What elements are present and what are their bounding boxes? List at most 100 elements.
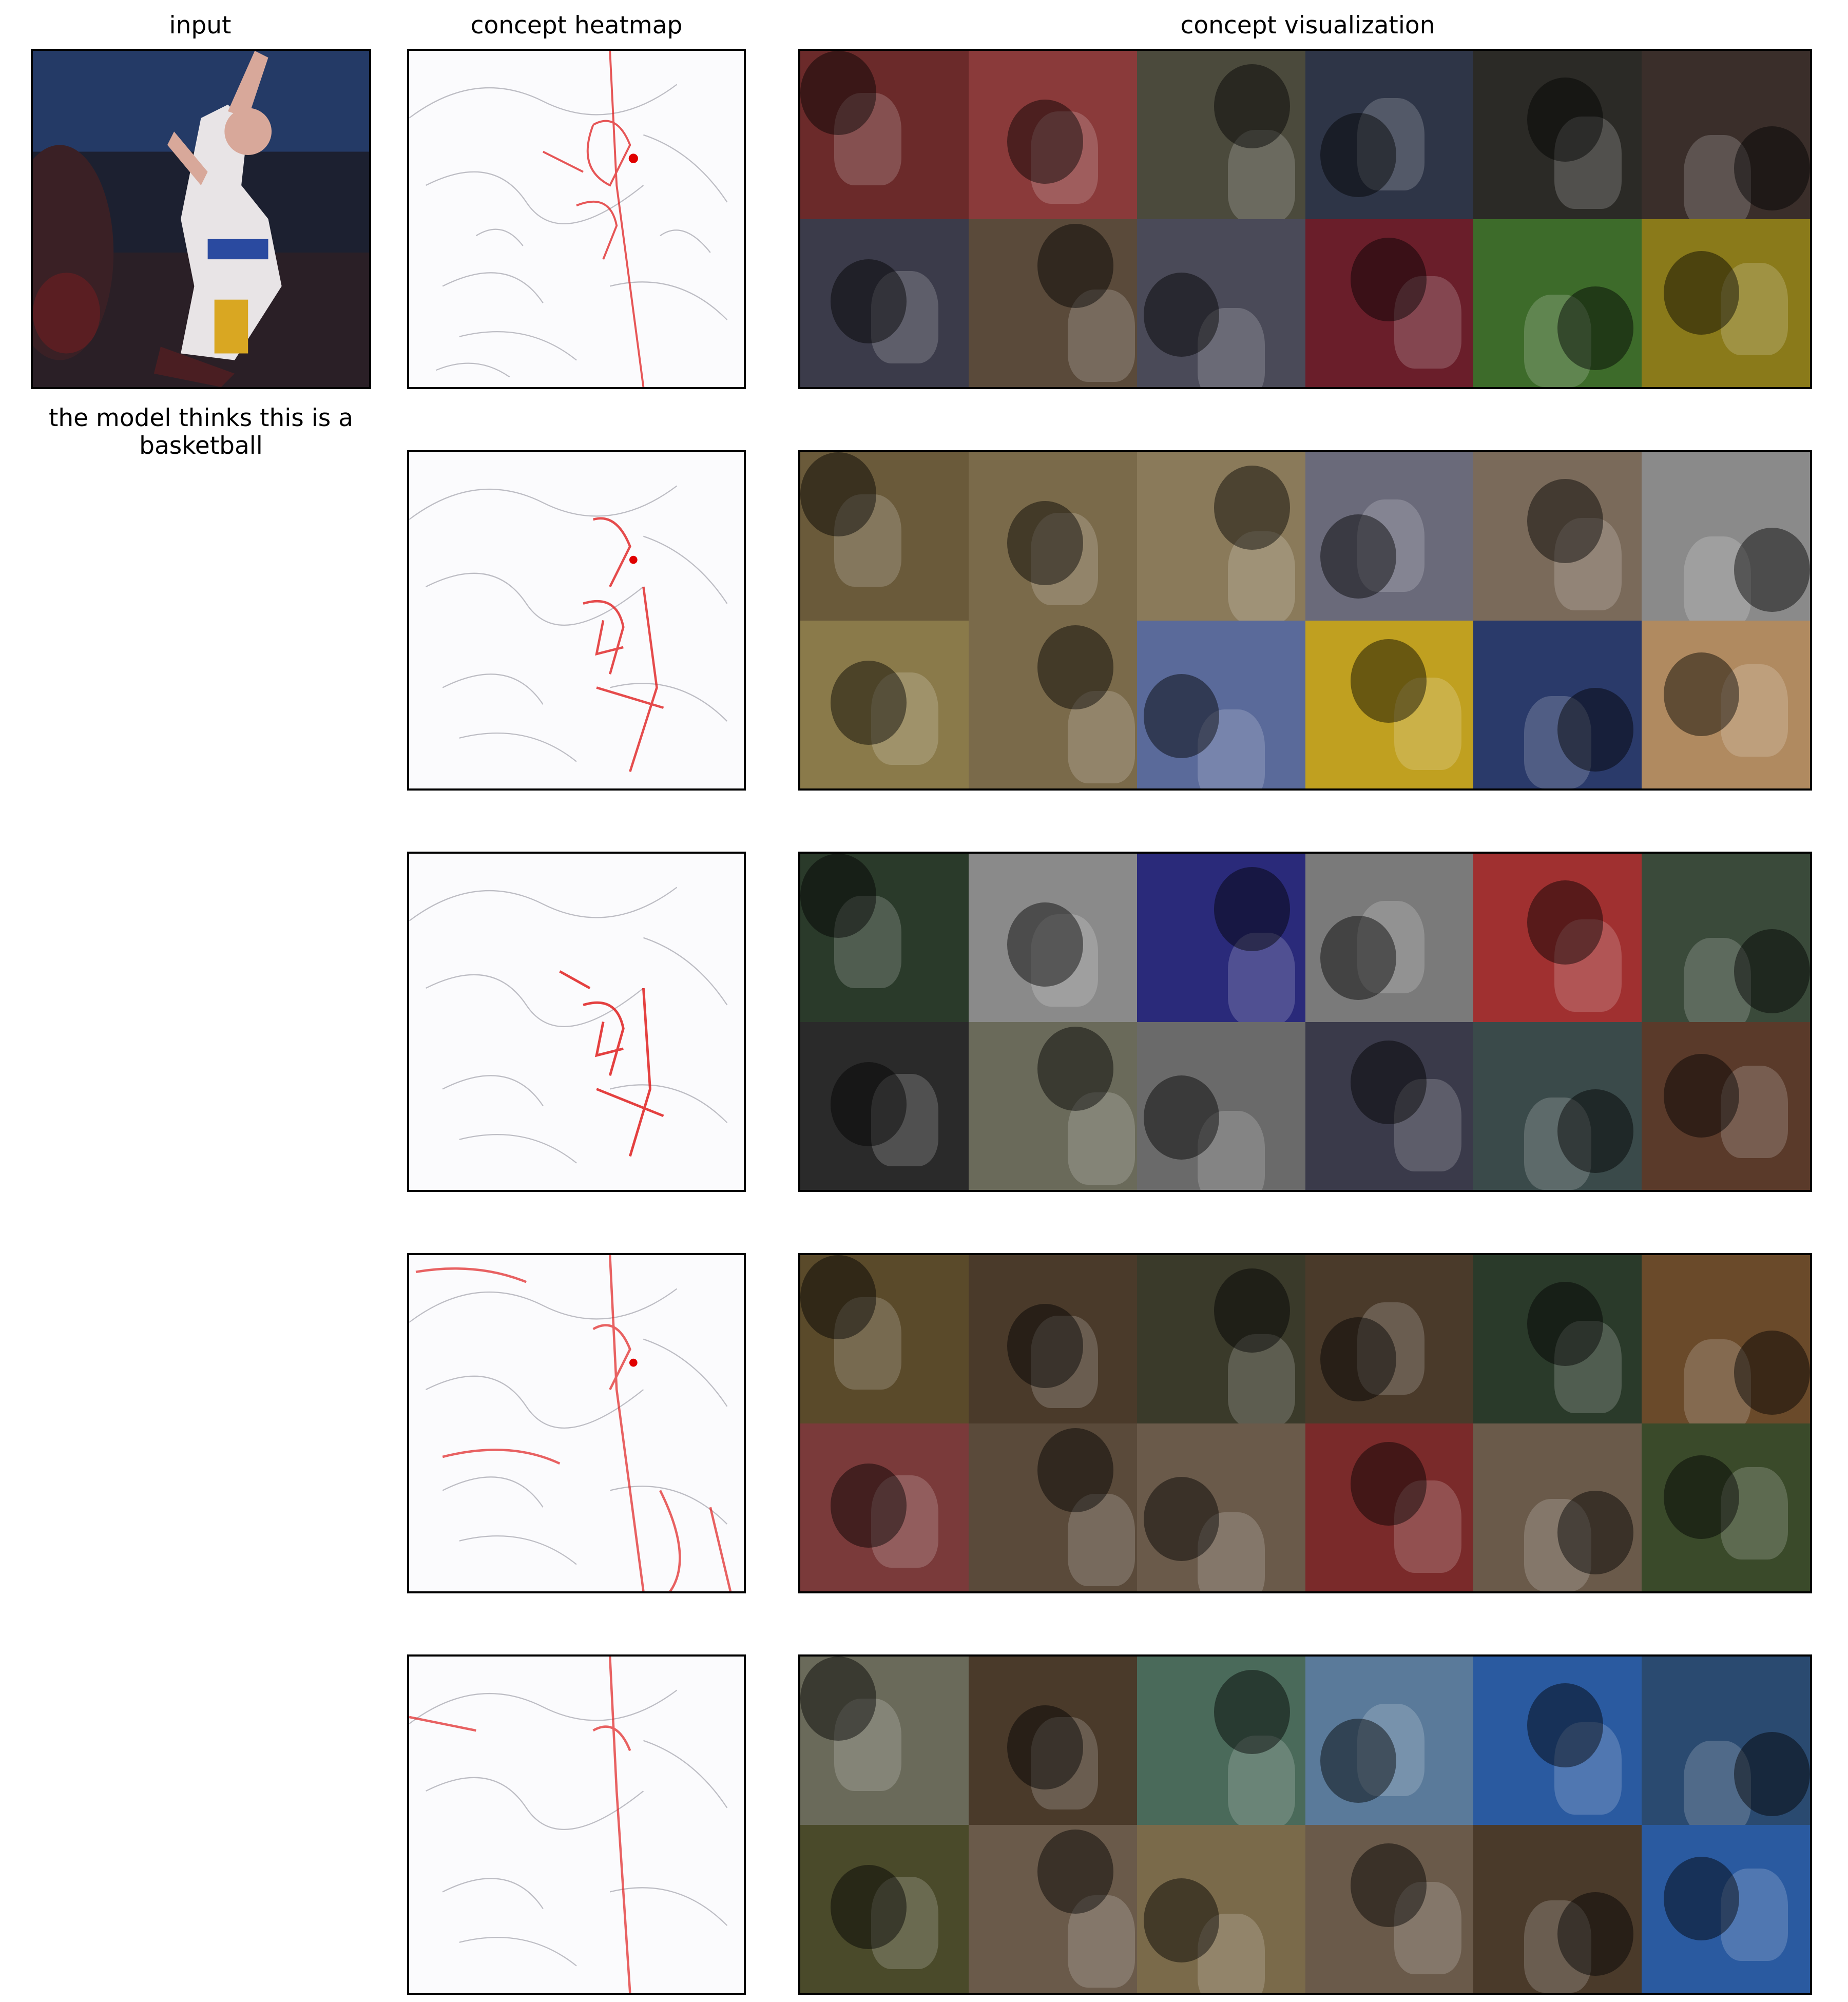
example-image-tile [800,854,969,1022]
tile-dim-mask [1007,99,1083,184]
example-image-tile [1473,219,1642,387]
example-image-tile [1473,1657,1642,1825]
tile-dim-mask [1351,1040,1427,1125]
tile-dim-mask [1351,237,1427,322]
tile-dim-mask [1007,1303,1083,1388]
example-image-tile [1305,1657,1474,1825]
concept-heatmap-3 [407,852,746,1192]
example-image-tile [1642,51,1810,219]
tile-dim-mask [1663,1856,1740,1941]
tile-dim-mask [1527,78,1603,162]
example-image-tile [968,219,1137,387]
tile-dim-mask [1214,64,1290,148]
tile-dim-mask [1734,1331,1810,1415]
tile-dim-mask [1557,1490,1633,1575]
tile-dim-mask [800,452,876,536]
example-image-tile [1137,219,1305,387]
tile-dim-mask [831,1464,907,1548]
tile-dim-mask [1037,1830,1113,1914]
tile-dim-mask [800,854,876,938]
example-image-tile [1473,1824,1642,1993]
example-image-tile [800,1657,969,1825]
example-image-tile [800,1255,969,1423]
tile-dim-mask [1143,1075,1220,1160]
input-image [31,49,371,389]
tile-dim-mask [1734,528,1810,612]
concept-heatmap-4 [407,1253,746,1593]
tile-grid [800,1255,1810,1591]
example-image-tile [800,51,969,219]
tile-dim-mask [1214,1670,1290,1754]
tile-dim-mask [1214,1268,1290,1353]
example-image-tile [1642,452,1810,621]
example-image-tile [1473,51,1642,219]
tile-dim-mask [1214,466,1290,550]
tile-dim-mask [1663,1455,1740,1539]
tile-dim-mask [1557,1892,1633,1976]
example-image-tile [800,1824,969,1993]
example-image-tile [1137,1657,1305,1825]
tile-grid [800,51,1810,387]
example-image-tile [800,620,969,788]
concept-visualization-5 [798,1654,1812,1995]
example-image-tile [1473,620,1642,788]
example-image-tile [1642,1255,1810,1423]
example-image-tile [1642,1423,1810,1591]
example-image-tile [1473,854,1642,1022]
tile-dim-mask [1320,1317,1396,1401]
tile-dim-mask [1351,639,1427,723]
example-image-tile [1305,1423,1474,1591]
concept-visualization-3 [798,852,1812,1192]
tile-dim-mask [1143,273,1220,357]
example-image-tile [800,1022,969,1190]
example-image-tile [1642,1657,1810,1825]
tile-dim-mask [1734,1732,1810,1817]
tile-dim-mask [1527,1282,1603,1366]
tile-dim-mask [1663,251,1740,335]
tile-dim-mask [831,259,907,343]
tile-dim-mask [1214,867,1290,951]
tile-dim-mask [1557,687,1633,772]
example-image-tile [1305,1824,1474,1993]
example-image-tile [968,620,1137,788]
example-image-tile [968,1824,1137,1993]
example-image-tile [1137,452,1305,621]
tile-dim-mask [800,1255,876,1339]
example-image-tile [1137,51,1305,219]
example-image-tile [1473,1022,1642,1190]
example-image-tile [968,1657,1137,1825]
concept-visualization-2 [798,450,1812,791]
example-image-tile [968,452,1137,621]
example-image-tile [1137,1022,1305,1190]
example-image-tile [1137,620,1305,788]
tile-dim-mask [1663,1053,1740,1138]
visualization-column-title: concept visualization [1180,11,1435,40]
tile-dim-mask [1320,514,1396,599]
tile-dim-mask [1037,625,1113,710]
concept-heatmap-1 [407,49,746,389]
tile-dim-mask [1663,652,1740,737]
tile-dim-mask [1527,479,1603,564]
example-image-tile [1305,620,1474,788]
example-image-tile [1137,854,1305,1022]
example-image-tile [1137,1423,1305,1591]
tile-dim-mask [1557,286,1633,371]
tile-dim-mask [1007,500,1083,585]
example-image-tile [1305,219,1474,387]
tile-dim-mask [1037,1027,1113,1111]
concept-heatmap-5 [407,1654,746,1995]
example-image-tile [968,51,1137,219]
example-image-tile [968,1255,1137,1423]
tile-dim-mask [800,1657,876,1741]
tile-dim-mask [1320,113,1396,197]
tile-dim-mask [1143,1477,1220,1562]
tile-dim-mask [1037,224,1113,309]
example-image-tile [968,1423,1137,1591]
example-image-tile [1642,219,1810,387]
tile-dim-mask [1734,126,1810,211]
tile-dim-mask [800,51,876,135]
example-image-tile [1473,1255,1642,1423]
tile-dim-mask [1320,1719,1396,1803]
example-image-tile [1305,854,1474,1022]
example-image-tile [1642,1022,1810,1190]
